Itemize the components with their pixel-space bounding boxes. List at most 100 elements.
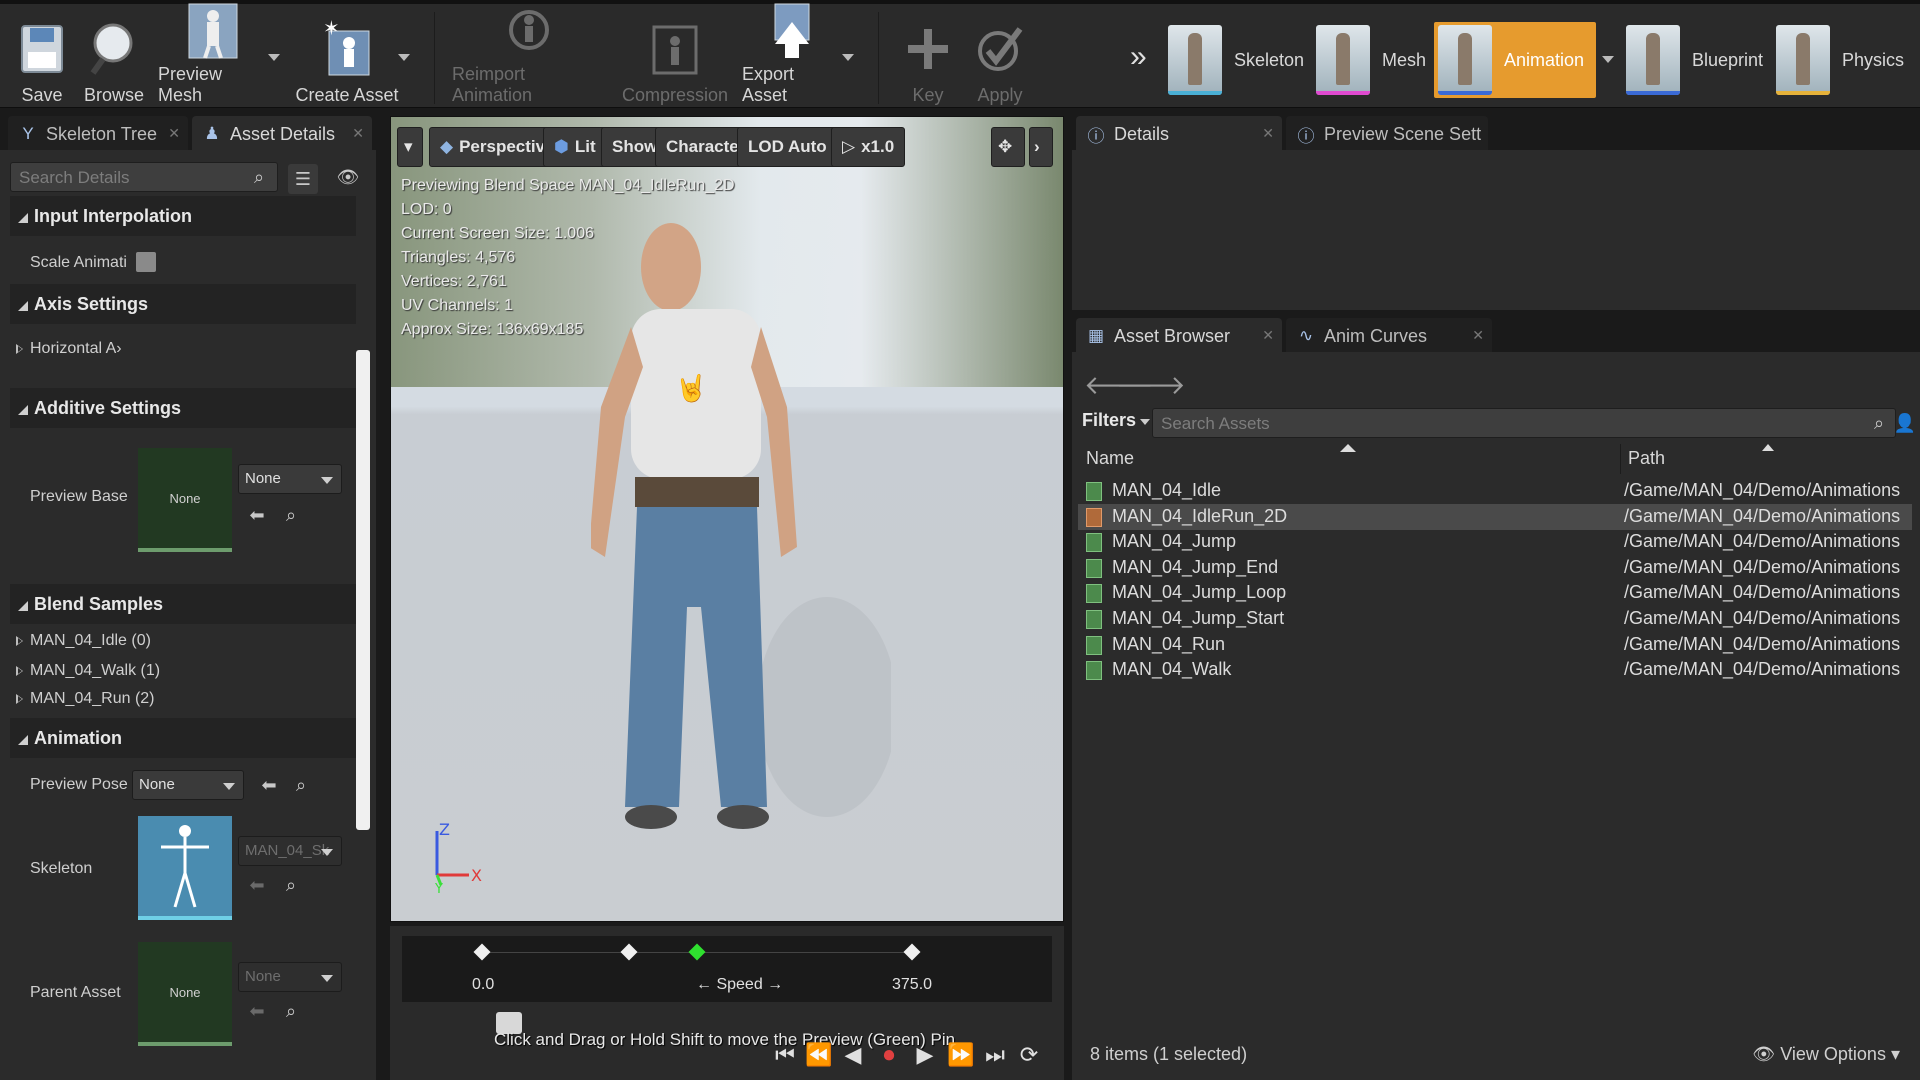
more-modes-chevron-icon[interactable]: » bbox=[1130, 40, 1147, 74]
use-selected-arrow-icon[interactable]: ⬅ bbox=[246, 504, 268, 526]
save-button[interactable]: Save bbox=[14, 10, 70, 106]
tab-details[interactable]: ⓘ Details ✕ bbox=[1076, 116, 1282, 152]
asset-row[interactable]: MAN_04_Jump_End/Game/MAN_04/Demo/Animati… bbox=[1078, 555, 1912, 581]
close-icon[interactable]: ✕ bbox=[1262, 125, 1274, 142]
axis-x-label: X bbox=[471, 866, 482, 885]
viewport-more-button[interactable]: › bbox=[1029, 127, 1053, 167]
asset-row[interactable]: MAN_04_Idle/Game/MAN_04/Demo/Animations bbox=[1078, 478, 1912, 504]
create-asset-dropdown-icon[interactable] bbox=[398, 54, 410, 61]
asset-row[interactable]: MAN_04_Jump_Loop/Game/MAN_04/Demo/Animat… bbox=[1078, 580, 1912, 606]
lit-button[interactable]: ⬢ Lit bbox=[543, 127, 607, 167]
close-icon[interactable]: ✕ bbox=[168, 125, 180, 142]
tab-preview-scene-settings[interactable]: ⓘ Preview Scene Sett bbox=[1286, 116, 1488, 152]
sort-arrow-icon[interactable] bbox=[1340, 444, 1356, 452]
play-reverse-icon[interactable]: ◀ bbox=[838, 1040, 868, 1070]
column-header-name[interactable]: Name bbox=[1086, 448, 1134, 469]
preview-base-combo[interactable]: None bbox=[238, 464, 342, 494]
preview-pose-combo[interactable]: None bbox=[132, 770, 244, 800]
loop-icon[interactable]: ⟳ bbox=[1014, 1040, 1044, 1070]
blend-sample-point[interactable] bbox=[473, 943, 491, 961]
section-axis-settings[interactable]: Axis Settings bbox=[10, 284, 356, 324]
skeleton-thumbnail[interactable] bbox=[138, 816, 232, 920]
close-icon[interactable]: ✕ bbox=[1262, 327, 1274, 344]
viewport-info-line: UV Channels: 1 bbox=[401, 297, 514, 314]
play-icon[interactable]: ▶ bbox=[910, 1040, 940, 1070]
blend-space-graph[interactable]: 0.0 ← Speed → 375.0 bbox=[402, 936, 1052, 1002]
column-divider[interactable] bbox=[1620, 444, 1621, 474]
step-forward-icon[interactable]: ⏩ bbox=[946, 1040, 976, 1070]
skeleton-thumbnail bbox=[1168, 25, 1222, 95]
tab-asset-details-label: Asset Details bbox=[230, 123, 336, 144]
asset-row[interactable]: MAN_04_Jump/Game/MAN_04/Demo/Animations bbox=[1078, 529, 1912, 555]
preview-viewport[interactable]: 🤘 ▾ ◆ Perspective ⬢ Lit Show Character LOD… bbox=[390, 116, 1064, 922]
apply-button[interactable]: Apply bbox=[972, 10, 1028, 106]
asset-row[interactable]: MAN_04_Walk/Game/MAN_04/Demo/Animations bbox=[1078, 657, 1912, 683]
viewport-options-dropdown[interactable]: ▾ bbox=[397, 127, 423, 167]
asset-details-panel: Search Details ⌕ ☰ 👁 Input Interpolation… bbox=[0, 150, 376, 1080]
blend-sample-point[interactable] bbox=[620, 943, 638, 961]
step-back-icon[interactable]: ⏪ bbox=[804, 1040, 834, 1070]
column-header-path[interactable]: Path bbox=[1628, 448, 1665, 469]
mode-mesh-button[interactable]: Mesh bbox=[1316, 22, 1426, 98]
sort-arrow-icon[interactable] bbox=[1762, 444, 1774, 451]
section-animation[interactable]: Animation bbox=[10, 718, 356, 758]
preview-mesh-dropdown-icon[interactable] bbox=[268, 54, 280, 61]
tab-asset-details[interactable]: ♟ Asset Details ✕ bbox=[192, 116, 372, 152]
animation-dropdown-icon[interactable] bbox=[1602, 56, 1614, 63]
playback-speed-button[interactable]: ▷ x1.0 bbox=[831, 127, 906, 167]
view-options-button[interactable]: 👁 View Options ▾ bbox=[1752, 1044, 1900, 1065]
key-button[interactable]: Key bbox=[898, 10, 958, 106]
mode-animation-button[interactable]: Animation bbox=[1434, 22, 1597, 98]
compression-button[interactable]: Compression bbox=[622, 10, 728, 106]
export-asset-button[interactable]: Export Asset bbox=[742, 3, 842, 106]
asset-row[interactable]: MAN_04_Run/Game/MAN_04/Demo/Animations bbox=[1078, 632, 1912, 658]
browse-search-icon[interactable]: ⌕ bbox=[290, 774, 312, 796]
asset-row[interactable]: MAN_04_Jump_Start/Game/MAN_04/Demo/Anima… bbox=[1078, 606, 1912, 632]
search-assets-input[interactable]: Search Assets bbox=[1152, 408, 1896, 438]
filters-button[interactable]: Filters bbox=[1082, 410, 1151, 431]
preview-pin[interactable] bbox=[688, 943, 706, 961]
blend-sample-item[interactable]: MAN_04_Run (2) bbox=[16, 690, 155, 708]
browse-search-icon[interactable]: ⌕ bbox=[280, 1000, 302, 1022]
preview-base-thumbnail[interactable]: None bbox=[138, 448, 232, 552]
mode-skeleton-button[interactable]: Skeleton bbox=[1168, 22, 1304, 98]
horizontal-axis-item[interactable]: Horizontal A› bbox=[16, 340, 122, 358]
export-asset-dropdown-icon[interactable] bbox=[842, 54, 854, 61]
scale-animation-checkbox[interactable] bbox=[136, 252, 156, 272]
browse-search-icon[interactable]: ⌕ bbox=[280, 504, 302, 526]
tab-asset-browser[interactable]: ▦ Asset Browser ✕ bbox=[1076, 318, 1282, 354]
user-icon[interactable]: 👤 bbox=[1894, 412, 1916, 434]
browse-button[interactable]: Browse bbox=[84, 10, 144, 106]
preview-mesh-button[interactable]: Preview Mesh bbox=[158, 3, 268, 106]
lod-button[interactable]: LOD Auto bbox=[737, 127, 838, 167]
parent-asset-thumbnail[interactable]: None bbox=[138, 942, 232, 1046]
skip-to-end-icon[interactable]: ⏭ bbox=[980, 1040, 1010, 1070]
use-selected-arrow-icon[interactable]: ⬅ bbox=[258, 774, 280, 796]
search-icon[interactable]: ⌕ bbox=[248, 166, 270, 188]
asset-row[interactable]: MAN_04_IdleRun_2D/Game/MAN_04/Demo/Anima… bbox=[1078, 504, 1912, 530]
close-icon[interactable]: ✕ bbox=[352, 125, 364, 142]
eye-visibility-icon[interactable]: 👁 bbox=[326, 166, 370, 188]
reimport-animation-button[interactable]: Reimport Animation bbox=[452, 10, 606, 106]
blend-sample-item[interactable]: MAN_04_Idle (0) bbox=[16, 632, 151, 650]
section-additive-settings[interactable]: Additive Settings bbox=[10, 388, 356, 428]
tab-skeleton-tree[interactable]: Y Skeleton Tree ✕ bbox=[8, 116, 188, 152]
section-input-interpolation[interactable]: Input Interpolation bbox=[10, 196, 356, 236]
blend-sample-item[interactable]: MAN_04_Walk (1) bbox=[16, 662, 160, 680]
mode-blueprint-button[interactable]: Blueprint bbox=[1626, 22, 1763, 98]
search-details-input[interactable]: Search Details bbox=[10, 162, 278, 192]
browse-search-icon[interactable]: ⌕ bbox=[280, 874, 302, 896]
skip-to-start-icon[interactable]: ⏮ bbox=[770, 1040, 800, 1070]
blend-sample-point[interactable] bbox=[903, 943, 921, 961]
mode-physics-button[interactable]: Physics bbox=[1776, 22, 1904, 98]
section-blend-samples[interactable]: Blend Samples bbox=[10, 584, 356, 624]
record-icon[interactable]: ⏺ bbox=[874, 1040, 904, 1070]
forward-arrow-icon[interactable]: 🡒 bbox=[1116, 370, 1186, 401]
list-view-icon[interactable]: ☰ bbox=[288, 164, 318, 194]
create-asset-button[interactable]: ✶ Create Asset bbox=[294, 10, 400, 106]
transform-move-button[interactable]: ✥ bbox=[991, 127, 1025, 167]
close-icon[interactable]: ✕ bbox=[1472, 327, 1484, 344]
tab-anim-curves[interactable]: ∿ Anim Curves ✕ bbox=[1286, 318, 1492, 354]
search-icon[interactable]: ⌕ bbox=[1868, 412, 1890, 434]
details-scrollbar[interactable] bbox=[356, 350, 370, 830]
